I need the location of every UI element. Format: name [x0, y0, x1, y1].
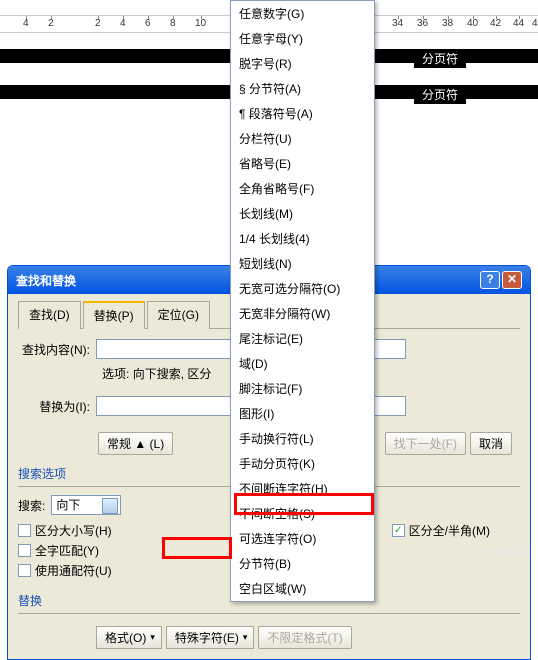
tick: 6: [145, 18, 151, 29]
tick: 38: [442, 18, 453, 29]
page-break-label: 分页符: [414, 49, 466, 68]
menu-item-no-width-non[interactable]: 无宽非分隔符(W): [231, 301, 374, 326]
cancel-button[interactable]: 取消: [470, 432, 512, 455]
menu-item-field[interactable]: 域(D): [231, 351, 374, 376]
tick: 8: [170, 18, 176, 29]
menu-item-caret[interactable]: 脱字号(R): [231, 51, 374, 76]
tick: 4: [120, 18, 126, 29]
chk-whole-word-label: 全字匹配(Y): [35, 542, 99, 559]
separator: [18, 613, 520, 614]
chk-match-case-label: 区分大小写(H): [35, 522, 112, 539]
search-direction-select[interactable]: 向下: [51, 495, 121, 515]
menu-item-en-dash[interactable]: 短划线(N): [231, 251, 374, 276]
special-char-menu: 任意数字(G) 任意字母(Y) 脱字号(R) § 分节符(A) ¶ 段落符号(A…: [230, 0, 375, 602]
find-label: 查找内容(N):: [18, 341, 96, 358]
tick: 2: [48, 18, 54, 29]
chk-wildcards-label: 使用通配符(U): [35, 562, 112, 579]
checkbox-match-case[interactable]: [18, 524, 31, 537]
normal-button[interactable]: 常规 ▲ (L): [98, 432, 173, 455]
menu-item-any-letter[interactable]: 任意字母(Y): [231, 26, 374, 51]
options-label: 选项:: [102, 367, 129, 381]
tick: 34: [392, 18, 403, 29]
tick: 2: [95, 18, 101, 29]
tick: 44: [513, 18, 524, 29]
menu-item-footnote-mark[interactable]: 脚注标记(F): [231, 376, 374, 401]
menu-item-nonbreaking-space[interactable]: 不间断空格(S): [231, 501, 374, 526]
menu-item-endnote-mark[interactable]: 尾注标记(E): [231, 326, 374, 351]
tab-replace[interactable]: 替换(P): [83, 301, 145, 329]
checkbox-half-full[interactable]: ✓: [392, 524, 405, 537]
help-button[interactable]: ?: [480, 271, 500, 289]
find-next-button[interactable]: 找下一处(F): [385, 432, 466, 455]
tab-goto[interactable]: 定位(G): [147, 301, 210, 329]
tick: 36: [417, 18, 428, 29]
options-value: 向下搜索, 区分: [133, 367, 212, 381]
menu-item-section-break[interactable]: 分节符(B): [231, 551, 374, 576]
tick: 4: [23, 18, 29, 29]
tick: 10: [195, 18, 206, 29]
tick: 42: [490, 18, 501, 29]
dialog-title: 查找和替换: [16, 272, 76, 289]
menu-item-nonbreaking-hyphen[interactable]: 不间断连字符(H): [231, 476, 374, 501]
menu-item-em-dash[interactable]: 长划线(M): [231, 201, 374, 226]
menu-item-manual-page-break[interactable]: 手动分页符(K): [231, 451, 374, 476]
menu-item-manual-line-break[interactable]: 手动换行符(L): [231, 426, 374, 451]
menu-item-white-space[interactable]: 空白区域(W): [231, 576, 374, 601]
menu-item-quarter-em-dash[interactable]: 1/4 长划线(4): [231, 226, 374, 251]
format-button[interactable]: 格式(O): [96, 626, 162, 649]
menu-item-any-digit[interactable]: 任意数字(G): [231, 1, 374, 26]
menu-item-paragraph-mark[interactable]: ¶ 段落符号(A): [231, 101, 374, 126]
chk-half-full-label: 区分全/半角(M): [409, 522, 490, 539]
tab-find[interactable]: 查找(D): [18, 301, 81, 329]
menu-item-ellipsis[interactable]: 省略号(E): [231, 151, 374, 176]
menu-item-graphic[interactable]: 图形(I): [231, 401, 374, 426]
menu-item-section-char[interactable]: § 分节符(A): [231, 76, 374, 101]
close-button[interactable]: ✕: [502, 271, 522, 289]
page-break-label: 分页符: [414, 85, 466, 104]
replace-label: 替换为(I):: [18, 398, 96, 415]
tick: 40: [467, 18, 478, 29]
special-char-button[interactable]: 特殊字符(E): [166, 626, 255, 649]
watermark: 长图问答: [480, 544, 532, 560]
menu-item-column-break[interactable]: 分栏符(U): [231, 126, 374, 151]
checkbox-whole-word[interactable]: [18, 544, 31, 557]
menu-item-optional-hyphen[interactable]: 可选连字符(O): [231, 526, 374, 551]
no-format-button[interactable]: 不限定格式(T): [258, 626, 351, 649]
search-direction-label: 搜索:: [18, 497, 45, 514]
tick: 46: [532, 18, 538, 29]
menu-item-full-ellipsis[interactable]: 全角省略号(F): [231, 176, 374, 201]
menu-item-no-width-optional[interactable]: 无宽可选分隔符(O): [231, 276, 374, 301]
